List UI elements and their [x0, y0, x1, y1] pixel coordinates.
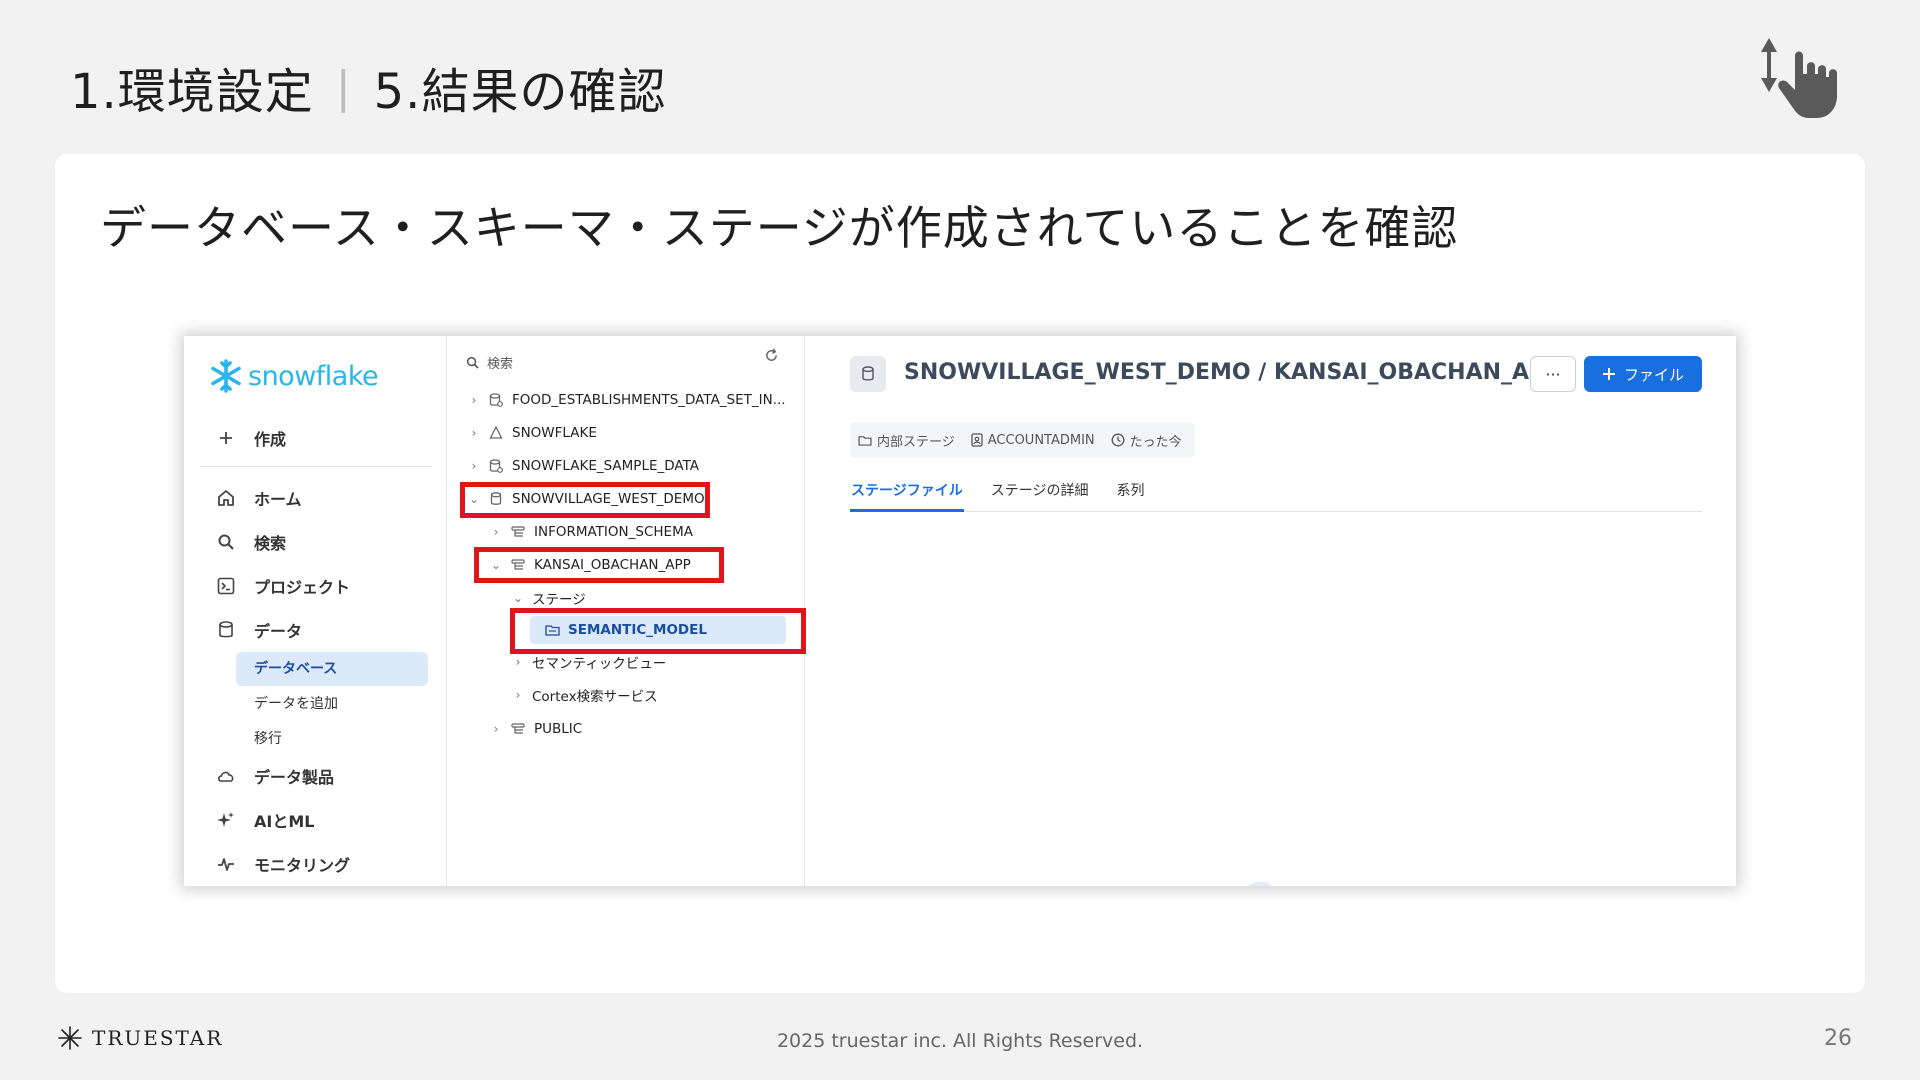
- role-badge-icon: [971, 433, 983, 447]
- chevron-right-icon: ›: [515, 655, 521, 669]
- clock-icon: [1111, 433, 1125, 447]
- sparkle-icon: [216, 810, 236, 830]
- slide-title-separator: |: [335, 61, 352, 113]
- stage-path-title: SNOWVILLAGE_WEST_DEMO / KANSAI_OBACHAN_A…: [904, 360, 1536, 385]
- tree-search-placeholder: 検索: [487, 356, 514, 372]
- nav-item-ai-ml[interactable]: AIとML: [216, 808, 314, 832]
- shared-database-icon: [488, 458, 504, 474]
- stage-meta: 内部ステージ ACCOUNTADMIN たった今: [850, 422, 1194, 458]
- shared-database-icon: [488, 392, 504, 408]
- snowflake-screenshot: snowflake 作成 ホーム 検索 プロジェクト データ データベース デー…: [184, 336, 1736, 886]
- nav-sub-migration[interactable]: 移行: [236, 722, 428, 756]
- tree-item-snowflake-sample-data[interactable]: › SNOWFLAKE_SAMPLE_DATA: [468, 452, 699, 480]
- nav-item-label: AIとML: [254, 812, 315, 831]
- snowflake-logo-icon: [211, 359, 241, 393]
- chevron-right-icon: ›: [471, 426, 477, 440]
- nav-create-label: 作成: [254, 430, 287, 449]
- plus-icon: [216, 428, 236, 448]
- nav-item-label: プロジェクト: [254, 578, 351, 597]
- nav-item-label: 検索: [254, 534, 287, 553]
- nav-sub-databases[interactable]: データベース: [236, 652, 428, 686]
- chevron-right-icon: ›: [493, 525, 499, 539]
- slide-title-step: 5.結果の確認: [373, 64, 667, 120]
- left-nav: snowflake 作成 ホーム 検索 プロジェクト データ データベース デー…: [184, 336, 447, 886]
- plus-icon: [1602, 368, 1615, 380]
- tree-item-label: ステージ: [532, 592, 586, 608]
- cloud-icon: [216, 766, 236, 786]
- highlight-box-database: [460, 482, 710, 518]
- tree-item-label: FOOD_ESTABLISHMENTS_DATA_SET_IN...: [512, 392, 786, 408]
- nav-item-search[interactable]: 検索: [216, 530, 286, 554]
- nav-item-data[interactable]: データ: [216, 618, 302, 642]
- stage-tabs: ステージファイル ステージの詳細 系列: [850, 478, 1702, 512]
- tree-item-label: SNOWFLAKE_SAMPLE_DATA: [512, 458, 700, 474]
- terminal-icon: [216, 576, 236, 596]
- meta-owner-role: ACCOUNTADMIN: [971, 433, 1095, 448]
- more-options-button[interactable]: ···: [1530, 356, 1576, 392]
- search-icon: [216, 532, 236, 552]
- chevron-right-icon: ›: [493, 722, 499, 736]
- tree-item-food-establishments[interactable]: › FOOD_ESTABLISHMENTS_DATA_SET_IN...: [468, 386, 786, 414]
- chevron-right-icon: ›: [471, 393, 477, 407]
- stage-detail-panel: SNOWVILLAGE_WEST_DEMO / KANSAI_OBACHAN_A…: [806, 336, 1736, 886]
- scroll-gesture-icon: [1761, 38, 1837, 118]
- page-number: 26: [1824, 1026, 1852, 1051]
- tree-item-label: PUBLIC: [534, 721, 583, 737]
- tree-item-label: セマンティックビュー: [532, 656, 667, 672]
- tree-search-input[interactable]: 検索: [466, 348, 796, 376]
- highlight-box-schema: [474, 547, 724, 583]
- tree-item-label: INFORMATION_SCHEMA: [534, 524, 693, 540]
- meta-stage-type: 内部ステージ: [858, 431, 955, 450]
- nav-create[interactable]: 作成: [216, 426, 286, 450]
- slide-subtitle: データベース・スキーマ・ステージが作成されていることを確認: [100, 201, 1459, 255]
- chevron-right-icon: ›: [515, 688, 521, 702]
- stage-folder-icon: [858, 435, 872, 446]
- add-file-label: ファイル: [1623, 365, 1684, 384]
- nav-item-label: データ: [254, 622, 303, 641]
- loading-illustration: [1247, 881, 1272, 886]
- nav-item-projects[interactable]: プロジェクト: [216, 574, 350, 598]
- schema-icon: [510, 524, 526, 540]
- pulse-icon: [216, 854, 236, 874]
- tree-item-label: Cortex検索サービス: [532, 689, 658, 705]
- database-icon: [850, 356, 886, 392]
- nav-sub-add-data[interactable]: データを追加: [236, 687, 428, 721]
- tab-stage-files[interactable]: ステージファイル: [850, 478, 964, 512]
- snowflake-logo-text: snowflake: [248, 360, 379, 392]
- tree-item-cortex-search-services[interactable]: › Cortex検索サービス: [512, 681, 658, 709]
- highlight-box-stage: [510, 608, 806, 654]
- tree-item-label: SNOWFLAKE: [512, 425, 597, 441]
- add-file-button[interactable]: ファイル: [1584, 356, 1702, 392]
- tree-item-snowflake[interactable]: › SNOWFLAKE: [468, 419, 597, 447]
- tree-item-public[interactable]: › PUBLIC: [490, 715, 583, 743]
- nav-item-home[interactable]: ホーム: [216, 486, 302, 510]
- tab-stage-details[interactable]: ステージの詳細: [990, 478, 1090, 512]
- chevron-down-icon: ⌄: [512, 591, 524, 605]
- schema-icon: [510, 721, 526, 737]
- slide-title-section: 1.環境設定: [70, 64, 314, 120]
- snowflake-db-icon: [488, 425, 504, 441]
- nav-item-label: ホーム: [254, 490, 302, 509]
- chevron-right-icon: ›: [471, 459, 477, 473]
- database-icon: [216, 620, 236, 640]
- nav-divider: [200, 466, 432, 467]
- meta-updated: たった今: [1111, 431, 1182, 450]
- nav-item-label: モニタリング: [254, 856, 351, 875]
- nav-item-label: データ製品: [254, 768, 335, 787]
- slide-title: 1.環境設定 | 5.結果の確認: [70, 52, 666, 122]
- snowflake-logo[interactable]: snowflake: [208, 358, 379, 394]
- copyright: 2025 truestar inc. All Rights Reserved.: [776, 1030, 1144, 1052]
- nav-item-monitoring[interactable]: モニタリング: [216, 852, 350, 876]
- tree-item-information-schema[interactable]: › INFORMATION_SCHEMA: [490, 518, 693, 546]
- tab-lineage[interactable]: 系列: [1115, 478, 1145, 512]
- refresh-icon[interactable]: [764, 348, 779, 367]
- home-icon: [216, 488, 236, 508]
- nav-item-data-products[interactable]: データ製品: [216, 764, 334, 788]
- search-icon: [466, 356, 479, 369]
